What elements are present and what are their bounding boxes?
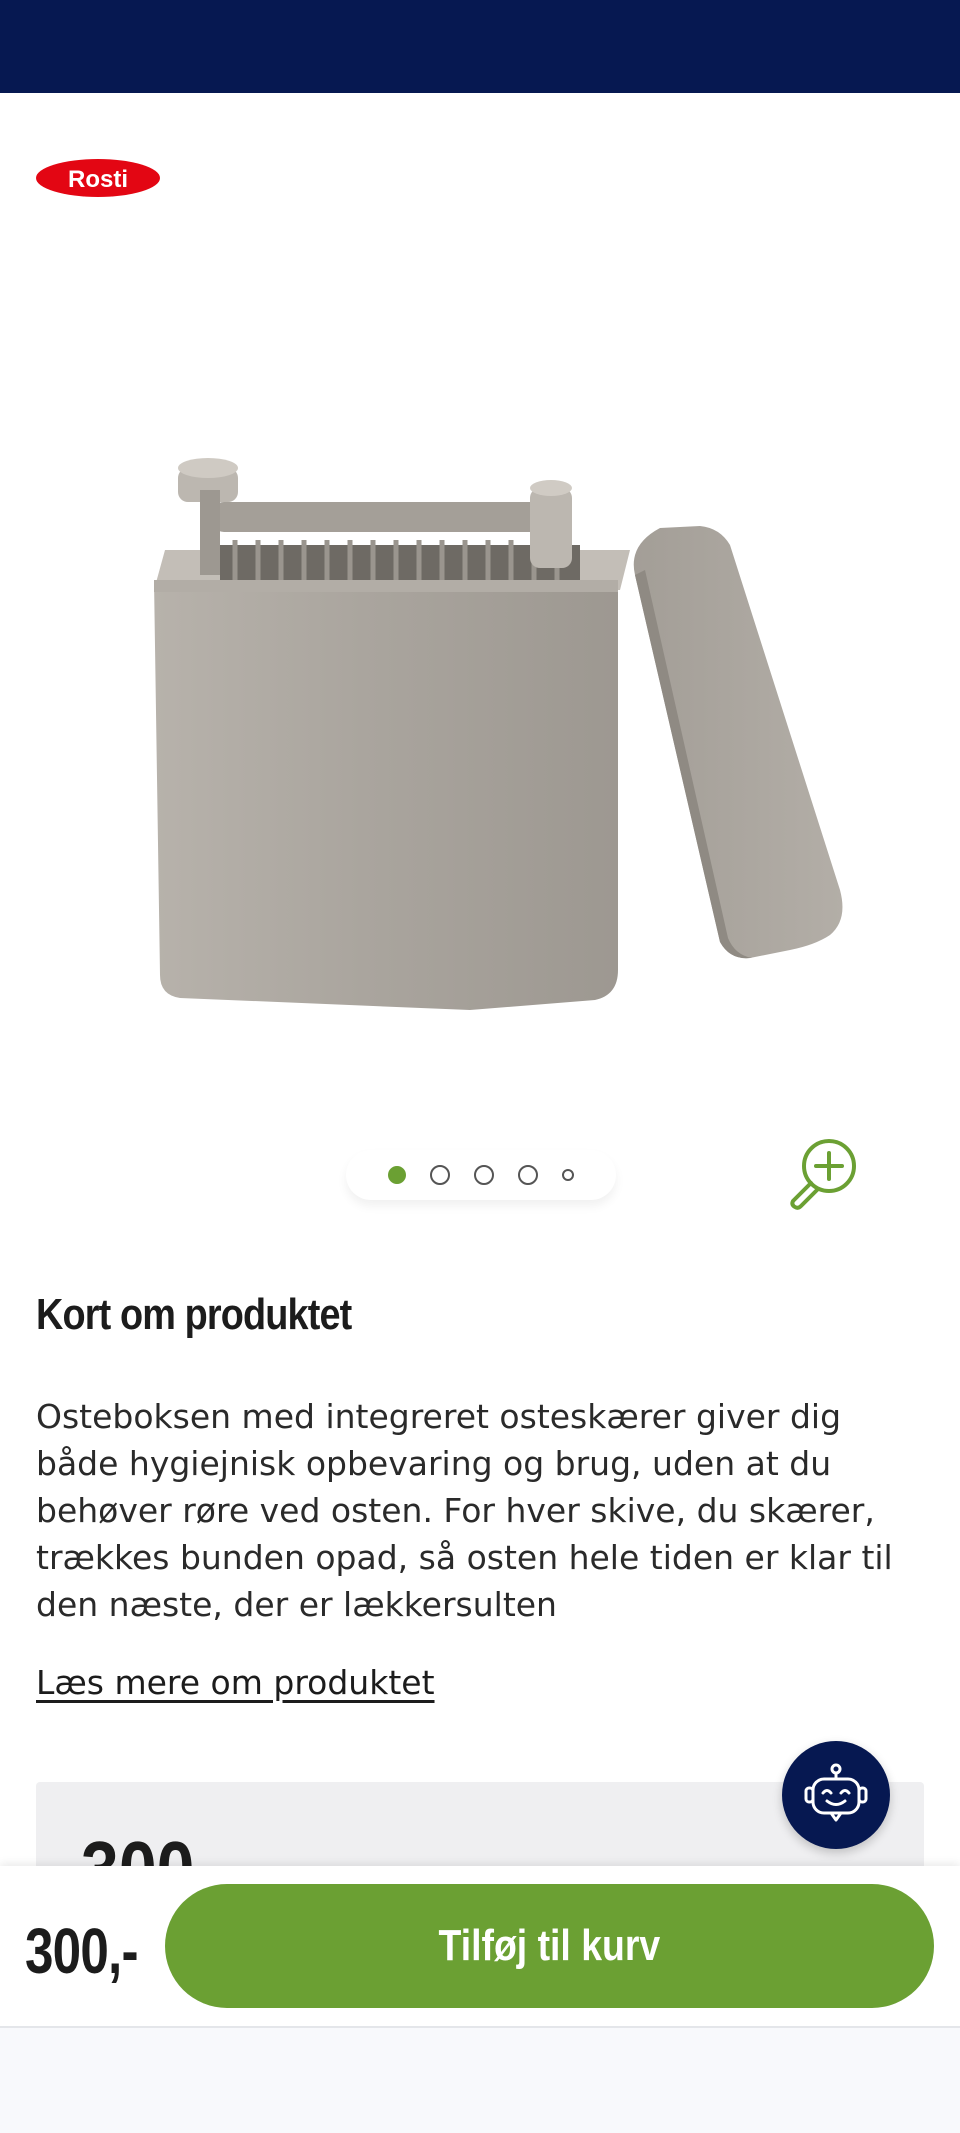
image-carousel-indicators [346, 1150, 616, 1200]
carousel-dot-1[interactable] [388, 1166, 406, 1184]
carousel-dot-4[interactable] [518, 1165, 538, 1185]
carousel-dot-5[interactable] [562, 1169, 574, 1181]
chat-bot-icon [804, 1763, 868, 1822]
section-title: Kort om produktet [36, 1290, 352, 1339]
zoom-in-icon [790, 1139, 856, 1210]
product-description: Osteboksen med integreret osteskærer giv… [36, 1397, 893, 1624]
carousel-dot-2[interactable] [430, 1165, 450, 1185]
zoom-in-button[interactable] [785, 1133, 865, 1213]
brand-logo-text: Rosti [68, 166, 128, 193]
product-image-cheese-box[interactable] [140, 450, 860, 1010]
read-more-link[interactable]: Læs mere om produktet [36, 1663, 435, 1702]
add-to-cart-label: Tilføj til kurv [438, 1921, 661, 1970]
bottom-navigation-area [0, 2026, 960, 2133]
top-header-bar [0, 0, 960, 93]
brand-logo: Rosti [35, 158, 161, 198]
add-to-cart-button[interactable]: Tilføj til kurv [165, 1884, 934, 2008]
carousel-dot-3[interactable] [474, 1165, 494, 1185]
sticky-buy-bar: 300,- Tilføj til kurv [0, 1866, 960, 2026]
sticky-price: 300,- [25, 1915, 138, 1987]
chat-bot-button[interactable] [782, 1741, 890, 1849]
